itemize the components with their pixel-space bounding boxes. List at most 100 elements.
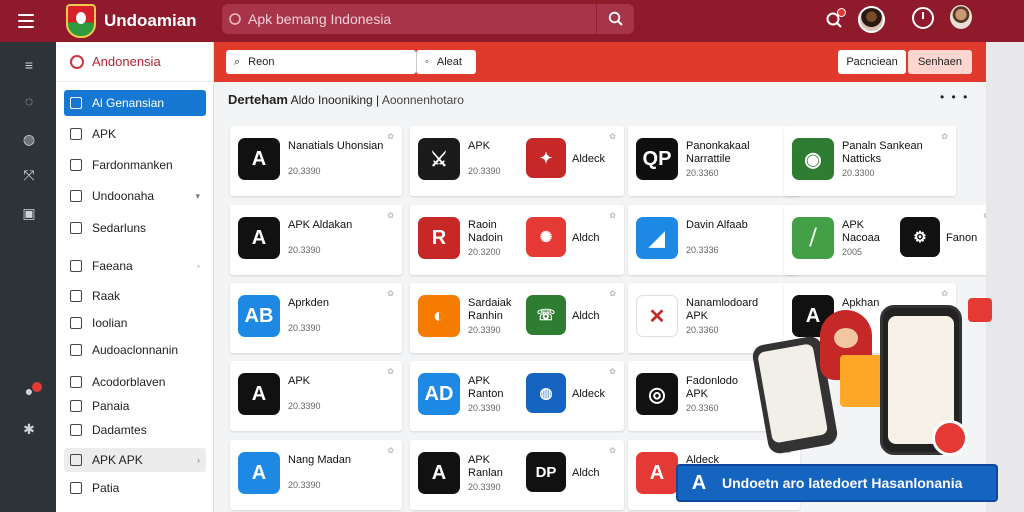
app-card[interactable]: ✿ ◐ Sardaiak Ranhin 20.3390 ☏ Aldch — [410, 283, 624, 353]
image-icon[interactable]: ▣ — [20, 204, 38, 222]
sidebar-header[interactable]: Andonensia — [56, 42, 214, 82]
app-title: APK — [468, 375, 491, 387]
app-card[interactable]: ✿ A APK 20.3390 — [230, 361, 402, 431]
app-card[interactable]: ✿ A Nanatials Uhonsian 20.3390 — [230, 126, 402, 196]
search-button[interactable] — [596, 4, 634, 34]
search-bar[interactable] — [222, 4, 634, 34]
sidebar-item[interactable]: Dadamtes — [64, 418, 206, 442]
favorite-icon[interactable]: ✿ — [387, 132, 394, 141]
menu-icon[interactable] — [18, 7, 46, 35]
scrollbar-gutter[interactable] — [986, 42, 1024, 512]
sidebar-item[interactable]: Fardonmanken — [64, 153, 206, 177]
sidebar-item-label: Patia — [92, 481, 120, 495]
sidebar-item-label: Audoaclonnanin — [92, 343, 179, 357]
breadcrumb-text[interactable]: Aldo Inooniking — [291, 93, 373, 107]
favorite-icon[interactable]: ✿ — [941, 289, 948, 298]
sidebar-item[interactable]: Patia — [64, 476, 206, 500]
primary-action-button[interactable]: Pacnciean — [838, 50, 906, 74]
sidebar-item[interactable]: Acodorblaven — [64, 370, 206, 394]
user-avatar[interactable] — [858, 6, 885, 33]
user-icon — [70, 159, 82, 171]
sidebar-item[interactable]: Panaia — [64, 394, 206, 418]
breadcrumb-title: Derteham — [228, 92, 288, 107]
app-icon: ⧸ — [792, 217, 834, 259]
pen-icon — [70, 317, 82, 329]
sidebar-item-label: Dadamtes — [92, 423, 147, 437]
app-logo[interactable] — [66, 4, 96, 38]
app-title: Davin Alfaab — [686, 219, 748, 231]
list-icon[interactable]: ≡ — [20, 56, 38, 74]
filter-input[interactable]: ⌕ Reon — [226, 50, 416, 74]
favorite-icon[interactable]: ✿ — [941, 132, 948, 141]
sidebar-item-label: Undoonaha — [92, 189, 155, 203]
favorite-icon[interactable]: ✿ — [387, 211, 394, 220]
app-card[interactable]: ✿ ⚔ APK 20.3390 ✦ Aldeck — [410, 126, 624, 196]
globe-icon — [70, 190, 82, 202]
compass-icon[interactable]: ◍ — [20, 130, 38, 148]
chat-icon[interactable]: ◌ — [20, 92, 38, 110]
sidebar-item[interactable]: Sedarluns — [64, 216, 206, 240]
app-icon: ◢ — [636, 217, 678, 259]
filter-dropdown[interactable]: ◦ Aleat — [416, 50, 476, 74]
sidebar-item[interactable]: Faeana ◦ — [64, 254, 206, 278]
sidebar-item-label: Al Genansian — [92, 96, 165, 110]
breadcrumb: Derteham Aldo Inooniking | Aoonnenhotaro — [228, 92, 464, 107]
chevron-icon[interactable]: › — [197, 455, 200, 465]
gear-icon[interactable]: ✱ — [20, 420, 38, 438]
promo-a-icon: A — [691, 471, 707, 494]
favorite-icon[interactable]: ✿ — [609, 289, 616, 298]
app-card[interactable]: ✿ A Nang Madan 20.3390 — [230, 440, 402, 510]
app-icon-secondary: ☏ — [526, 295, 566, 335]
app-card[interactable]: ✿ AD APK Ranton 20.3390 ◍ Aldeck — [410, 361, 624, 431]
sidebar-item[interactable]: Undoonaha ▾ — [64, 184, 206, 208]
sidebar-item-label: Sedarluns — [92, 221, 147, 235]
app-card[interactable]: ✿ AB Aprkden 20.3390 — [230, 283, 402, 353]
app-subtitle: Narrattile — [686, 153, 731, 165]
sidebar-item[interactable]: Raak — [64, 284, 206, 308]
app-title: Apkhan — [842, 297, 880, 309]
app-title: APK — [468, 454, 491, 466]
profile-avatar[interactable] — [950, 5, 972, 29]
sidebar-item[interactable]: Al Genansian — [64, 90, 206, 116]
settings-icon — [70, 400, 82, 412]
app-card[interactable]: ✿ A APK Ranlan 20.3390 DP Aldch — [410, 440, 624, 510]
chevron-icon[interactable]: ◦ — [197, 261, 200, 271]
promo-banner[interactable]: A Undoetn aro latedoert Hasanlonania — [676, 464, 998, 502]
chevron-icon[interactable]: ▾ — [195, 191, 200, 202]
app-title-secondary: Aldeck — [572, 388, 606, 400]
app-card[interactable]: ✿⧸APKNacoaa2005⚙Fanon — [784, 205, 998, 275]
app-card[interactable]: ✿ R Raoin Nadoin 20.3200 ✺ Aldch — [410, 205, 624, 275]
app-version: 20.3390 — [468, 482, 501, 492]
app-title-secondary: Aldch — [572, 232, 600, 244]
favorite-icon[interactable]: ✿ — [609, 132, 616, 141]
swap-icon[interactable]: ⤧ — [20, 166, 38, 184]
sidebar-item[interactable]: Ioolian — [64, 311, 206, 335]
favorite-icon[interactable]: ✿ — [609, 367, 616, 376]
more-options-icon[interactable]: • • • — [940, 90, 969, 104]
breadcrumb-dim[interactable]: Aoonnenhotaro — [382, 93, 464, 107]
app-card[interactable]: ✿ A APK Aldakan 20.3390 — [230, 205, 402, 275]
promo-label: Undoetn aro latedoert Hasanlonania — [722, 475, 963, 491]
app-subtitle: Natticks — [842, 153, 882, 165]
favorite-icon[interactable]: ✿ — [387, 289, 394, 298]
favorite-icon[interactable]: ✿ — [387, 367, 394, 376]
app-title: APK — [468, 140, 491, 152]
app-card[interactable]: ✿ ◉ Panaln Sankean Natticks 20.3300 — [784, 126, 956, 196]
favorite-icon[interactable]: ✿ — [387, 446, 394, 455]
app-icon-secondary: ✺ — [526, 217, 566, 257]
app-card[interactable]: ✿◢Davin Alfaab20.3336 — [628, 205, 800, 275]
app-card[interactable]: ✿QPPanonkakaalNarrattile20.3360 — [628, 126, 800, 196]
clock-icon[interactable] — [912, 7, 934, 29]
promo-box — [840, 355, 884, 407]
favorite-icon[interactable]: ✿ — [609, 446, 616, 455]
secondary-action-button[interactable]: Senhaen — [908, 50, 972, 74]
promo-play-icon[interactable] — [932, 420, 968, 456]
sidebar-item[interactable]: APK APK › — [64, 448, 206, 472]
favorite-icon[interactable]: ✿ — [609, 211, 616, 220]
sidebar-item[interactable]: APK — [64, 122, 206, 146]
app-version: 20.3390 — [288, 166, 321, 176]
sidebar-item[interactable]: Audoaclonnanin — [64, 338, 206, 362]
search-input[interactable] — [248, 11, 596, 27]
app-subtitle: Nacoaa — [842, 232, 880, 244]
notification-button[interactable] — [820, 6, 848, 34]
